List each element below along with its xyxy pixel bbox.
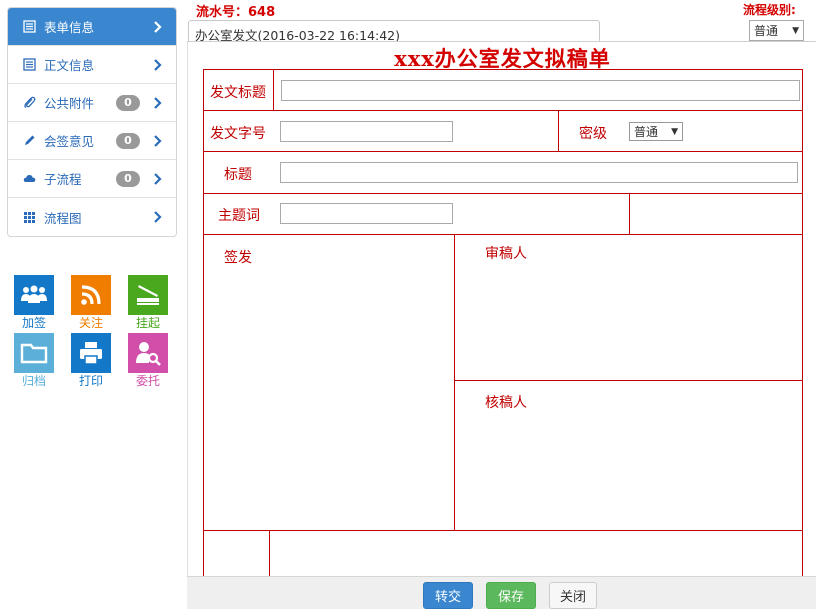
- table-border: [802, 69, 803, 577]
- secrecy-value: 普通: [634, 125, 659, 139]
- doc-title-label: 发文标题: [210, 85, 266, 101]
- caret-down-icon: ▼: [792, 25, 799, 36]
- sidebar-item-form-info[interactable]: 表单信息: [8, 8, 176, 46]
- sidebar-item-attachments[interactable]: 公共附件 0: [8, 84, 176, 122]
- reviewer-label: 审稿人: [485, 246, 527, 262]
- print-button[interactable]: 打印: [71, 333, 111, 388]
- list-icon: [22, 20, 36, 34]
- content-area: xxx办公室发文拟稿单 发文标题 发文字号 密级 普通 ▼ 标题 主题词 签发 …: [187, 41, 816, 577]
- save-button[interactable]: 保存: [486, 582, 536, 609]
- chevron-right-icon: [153, 122, 162, 160]
- table-border: [629, 193, 630, 235]
- table-border: [269, 530, 270, 577]
- follow-button[interactable]: 关注: [71, 275, 111, 330]
- tool-label: 委托: [135, 374, 160, 388]
- caret-down-icon: ▼: [671, 126, 678, 137]
- table-border: [203, 151, 803, 152]
- cloud-icon: [22, 172, 36, 186]
- tool-label: 打印: [78, 374, 103, 388]
- users-icon: [14, 275, 54, 315]
- table-border: [203, 530, 803, 531]
- process-level-label: 流程级别:: [743, 3, 796, 17]
- count-badge: 0: [116, 95, 140, 111]
- keywords-label: 主题词: [218, 208, 260, 224]
- checker-area[interactable]: [455, 414, 801, 529]
- sidebar-item-flowchart[interactable]: 流程图: [8, 198, 176, 236]
- sign-label: 签发: [224, 250, 252, 266]
- table-border: [203, 193, 803, 194]
- add-signer-button[interactable]: 加签: [14, 275, 54, 330]
- sidebar-item-label: 会签意见: [44, 134, 95, 149]
- sidebar-item-countersign[interactable]: 会签意见 0: [8, 122, 176, 160]
- rss-icon: [71, 275, 111, 315]
- submit-button[interactable]: 转交: [423, 582, 473, 609]
- process-level-select[interactable]: 普通 ▼: [749, 20, 804, 41]
- pencil-icon: [22, 134, 36, 148]
- table-border: [203, 110, 803, 111]
- table-border: [558, 110, 559, 152]
- tool-label: 归档: [21, 374, 46, 388]
- form-paper: xxx办公室发文拟稿单 发文标题 发文字号 密级 普通 ▼ 标题 主题词 签发 …: [187, 42, 816, 577]
- sidebar-item-label: 流程图: [44, 210, 82, 226]
- suspend-button[interactable]: 挂起: [128, 275, 168, 330]
- sidebar-menu: 表单信息 正文信息 公共附件 0 会签意见 0 子流程 0 流程图: [7, 7, 177, 237]
- grid-icon: [22, 210, 36, 224]
- doc-number-input[interactable]: [280, 121, 453, 142]
- chevron-right-icon: [153, 8, 162, 46]
- doc-number-label: 发文字号: [210, 126, 266, 142]
- table-border: [273, 69, 274, 111]
- delegate-button[interactable]: 委托: [128, 333, 168, 388]
- sidebar-item-label: 公共附件: [44, 96, 95, 111]
- workflow-form-page: 表单信息 正文信息 公共附件 0 会签意见 0 子流程 0 流程图 加签 关注 …: [0, 0, 816, 609]
- chevron-right-icon: [153, 84, 162, 122]
- keywords-input[interactable]: [280, 203, 453, 224]
- chevron-right-icon: [153, 160, 162, 198]
- secrecy-label: 密级: [579, 126, 607, 142]
- folder-icon: [14, 333, 54, 373]
- sign-area[interactable]: [204, 267, 453, 529]
- tab-document-title[interactable]: 办公室发文(2016-03-22 16:14:42): [188, 20, 600, 43]
- subject-input[interactable]: [280, 162, 798, 183]
- table-border: [203, 234, 803, 235]
- sidebar-item-body-info[interactable]: 正文信息: [8, 46, 176, 84]
- table-border: [203, 69, 803, 70]
- subject-label: 标题: [224, 167, 252, 183]
- chevron-right-icon: [153, 198, 162, 236]
- close-button[interactable]: 关闭: [549, 582, 597, 609]
- checker-label: 核稿人: [485, 395, 527, 411]
- tool-label: 加签: [21, 316, 46, 330]
- secrecy-select[interactable]: 普通 ▼: [629, 122, 683, 141]
- sidebar-item-label: 子流程: [44, 172, 82, 187]
- archive-button[interactable]: 归档: [14, 333, 54, 388]
- serial-number: 流水号：648: [196, 5, 276, 20]
- tool-label: 挂起: [135, 316, 160, 330]
- paperclip-icon: [22, 96, 36, 110]
- count-badge: 0: [116, 171, 140, 187]
- tool-label: 关注: [78, 316, 103, 330]
- footer-bar: 转交 保存 关闭: [187, 576, 816, 609]
- chevron-right-icon: [153, 46, 162, 84]
- sidebar-item-label: 表单信息: [44, 20, 95, 35]
- process-level-value: 普通: [754, 24, 779, 38]
- sidebar-item-subprocess[interactable]: 子流程 0: [8, 160, 176, 198]
- scanner-icon: [128, 275, 168, 315]
- count-badge: 0: [116, 133, 140, 149]
- printer-icon: [71, 333, 111, 373]
- reviewer-area[interactable]: [455, 264, 801, 379]
- table-border: [454, 380, 803, 381]
- sidebar-item-label: 正文信息: [44, 58, 95, 73]
- list-icon: [22, 58, 36, 72]
- doc-title-input[interactable]: [281, 80, 800, 101]
- user-search-icon: [128, 333, 168, 373]
